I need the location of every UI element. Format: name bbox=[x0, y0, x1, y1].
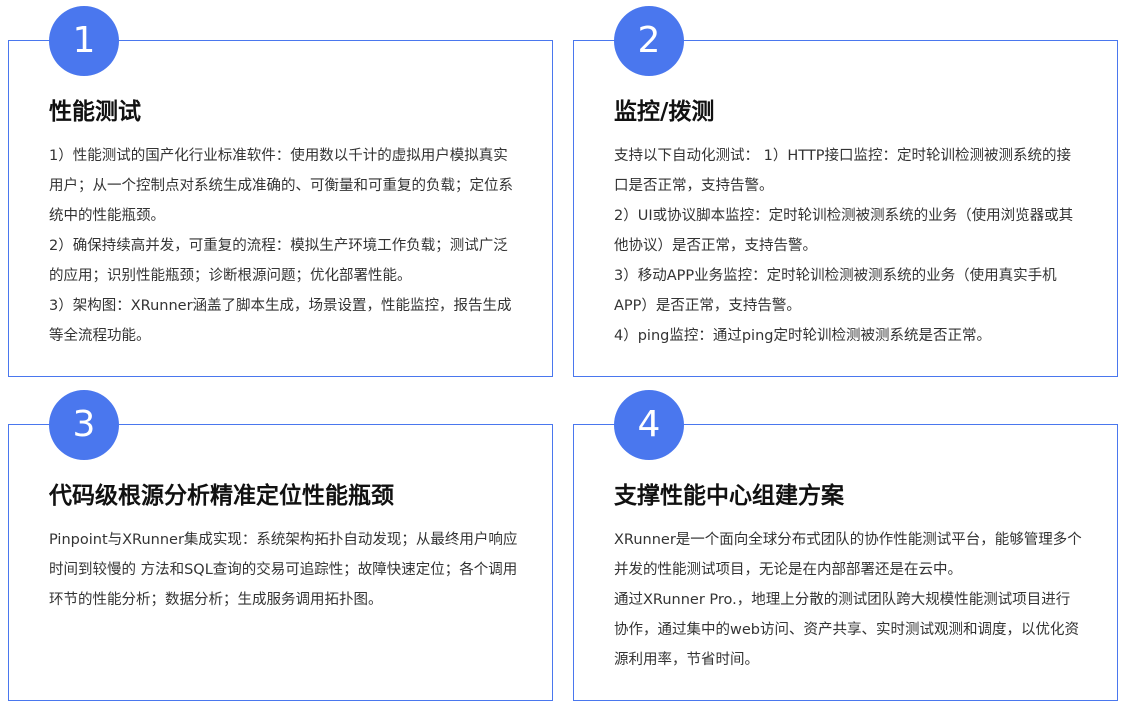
description-paragraph: 3）架构图：XRunner涵盖了脚本生成，场景设置，性能监控，报告生成等全流程功… bbox=[49, 298, 512, 344]
number-badge: 3 bbox=[49, 390, 119, 460]
card-title: 代码级根源分析精准定位性能瓶颈 bbox=[49, 483, 394, 509]
card-description: XRunner是一个面向全球分布式团队的协作性能测试平台，能够管理多个并发的性能… bbox=[614, 525, 1084, 675]
number-badge: 1 bbox=[49, 6, 119, 76]
card-title: 支撑性能中心组建方案 bbox=[614, 483, 844, 509]
description-paragraph: 2）确保持续高并发，可重复的流程：模拟生产环境工作负载；测试广泛的应用；识别性能… bbox=[49, 238, 508, 284]
feature-card-performance-testing: 1 性能测试 1）性能测试的国产化行业标准软件：使用数以千计的虚拟用户模拟真实用… bbox=[8, 6, 553, 377]
description-paragraph: 4）ping监控：通过ping定时轮训检测被测系统是否正常。 bbox=[614, 328, 991, 344]
description-paragraph: 支持以下自动化测试： 1）HTTP接口监控：定时轮训检测被测系统的接口是否正常，… bbox=[614, 148, 1071, 194]
feature-card-monitoring: 2 监控/拨测 支持以下自动化测试： 1）HTTP接口监控：定时轮训检测被测系统… bbox=[573, 6, 1118, 377]
description-paragraph: XRunner是一个面向全球分布式团队的协作性能测试平台，能够管理多个并发的性能… bbox=[614, 532, 1082, 578]
number-badge: 4 bbox=[614, 390, 684, 460]
card-description: 1）性能测试的国产化行业标准软件：使用数以千计的虚拟用户模拟真实用户；从一个控制… bbox=[49, 141, 519, 351]
card-title: 性能测试 bbox=[49, 99, 141, 125]
description-paragraph: 3）移动APP业务监控：定时轮训检测被测系统的业务（使用真实手机APP）是否正常… bbox=[614, 268, 1057, 314]
feature-card-performance-center: 4 支撑性能中心组建方案 XRunner是一个面向全球分布式团队的协作性能测试平… bbox=[573, 390, 1118, 701]
feature-card-root-cause-analysis: 3 代码级根源分析精准定位性能瓶颈 Pinpoint与XRunner集成实现：系… bbox=[8, 390, 553, 701]
description-paragraph: 1）性能测试的国产化行业标准软件：使用数以千计的虚拟用户模拟真实用户；从一个控制… bbox=[49, 148, 513, 224]
description-paragraph: 2）UI或协议脚本监控：定时轮训检测被测系统的业务（使用浏览器或其他协议）是否正… bbox=[614, 208, 1074, 254]
card-description: 支持以下自动化测试： 1）HTTP接口监控：定时轮训检测被测系统的接口是否正常，… bbox=[614, 141, 1084, 351]
number-badge: 2 bbox=[614, 6, 684, 76]
description-paragraph: Pinpoint与XRunner集成实现：系统架构拓扑自动发现；从最终用户响应时… bbox=[49, 532, 518, 608]
description-paragraph: 通过XRunner Pro.，地理上分散的测试团队跨大规模性能测试项目进行协作，… bbox=[614, 592, 1079, 668]
card-description: Pinpoint与XRunner集成实现：系统架构拓扑自动发现；从最终用户响应时… bbox=[49, 525, 519, 615]
card-title: 监控/拨测 bbox=[614, 99, 715, 125]
